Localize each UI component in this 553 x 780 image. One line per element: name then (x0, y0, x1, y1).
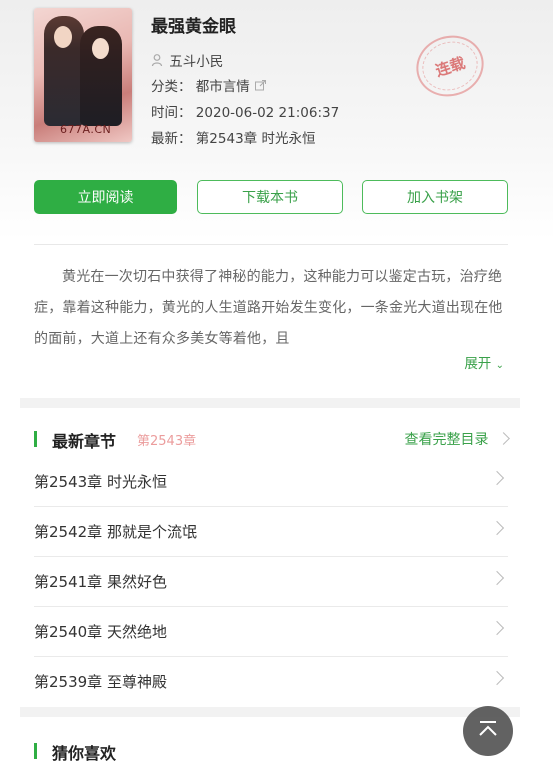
latest-chapters-header: 最新章节 第2543章 查看完整目录 (34, 428, 510, 452)
latest-chapter-link[interactable]: 第2543章 时光永恒 (196, 131, 316, 147)
book-title: 最强黄金眼 (151, 17, 236, 37)
section-separator (20, 707, 520, 717)
chapter-title: 第2540章 天然绝地 (34, 623, 167, 641)
read-now-button[interactable]: 立即阅读 (34, 180, 177, 214)
time-row: 时间： 2020-06-02 21:06:37 (151, 101, 339, 121)
latest-row: 最新： 第2543章 时光永恒 (151, 127, 315, 147)
expand-intro-button[interactable]: 展开 ⌄ (464, 352, 504, 372)
chapter-item[interactable]: 第2543章 时光永恒 (34, 457, 508, 507)
category-row: 分类： 都市言情 (151, 75, 267, 96)
author-name: 五斗小民 (169, 54, 224, 70)
user-icon (151, 53, 165, 71)
time-label: 时间： (151, 105, 192, 121)
chapter-item[interactable]: 第2540章 天然绝地 (34, 607, 508, 657)
divider (34, 244, 508, 245)
back-to-top-button[interactable] (463, 706, 513, 756)
chapter-title: 第2539章 至尊神殿 (34, 673, 167, 691)
chevron-right-icon (489, 670, 505, 686)
cover-face-female (92, 38, 109, 59)
recommend-title: 猜你喜欢 (52, 744, 117, 763)
latest-chapters-title: 最新章节 (52, 432, 117, 451)
latest-chapters-subtitle: 第2543章 (137, 434, 197, 449)
chevron-right-icon (489, 520, 505, 536)
expand-label: 展开 (464, 356, 492, 372)
section-accent-bar (34, 431, 37, 447)
recommend-header: 猜你喜欢 (34, 740, 508, 764)
book-cover[interactable]: 677A.CN (34, 8, 132, 142)
section-separator (20, 398, 520, 408)
chevron-right-icon (489, 470, 505, 486)
chevron-right-icon (489, 620, 505, 636)
author-row[interactable]: 五斗小民 (151, 50, 223, 71)
external-link-icon (254, 79, 267, 96)
chapter-item[interactable]: 第2541章 果然好色 (34, 557, 508, 607)
latest-label: 最新： (151, 131, 192, 147)
chapter-title: 第2543章 时光永恒 (34, 473, 167, 491)
view-full-catalog-label: 查看完整目录 (404, 432, 489, 448)
category-link[interactable]: 都市言情 (196, 79, 250, 95)
section-accent-bar (34, 743, 37, 759)
add-to-shelf-button[interactable]: 加入书架 (362, 180, 508, 214)
cover-watermark: 677A.CN (60, 123, 112, 136)
chevron-right-icon (489, 570, 505, 586)
chapter-item[interactable]: 第2539章 至尊神殿 (34, 657, 508, 707)
arrow-up-icon (475, 716, 501, 746)
chapter-item[interactable]: 第2542章 那就是个流氓 (34, 507, 508, 557)
cover-face-male (54, 26, 72, 48)
chevron-right-icon (497, 432, 510, 445)
update-time: 2020-06-02 21:06:37 (195, 105, 340, 121)
book-intro: 黄光在一次切石中获得了神秘的能力，这种能力可以鉴定古玩，治疗绝症，靠着这种能力，… (34, 269, 503, 347)
stamp-text: 连载 (433, 53, 468, 80)
chapter-title: 第2541章 果然好色 (34, 573, 167, 591)
category-label: 分类： (151, 79, 192, 95)
view-full-catalog-link[interactable]: 查看完整目录 (404, 429, 510, 449)
chapter-title: 第2542章 那就是个流氓 (34, 523, 197, 541)
download-button[interactable]: 下载本书 (197, 180, 343, 214)
double-chevron-down-icon: ⌄ (495, 360, 504, 371)
